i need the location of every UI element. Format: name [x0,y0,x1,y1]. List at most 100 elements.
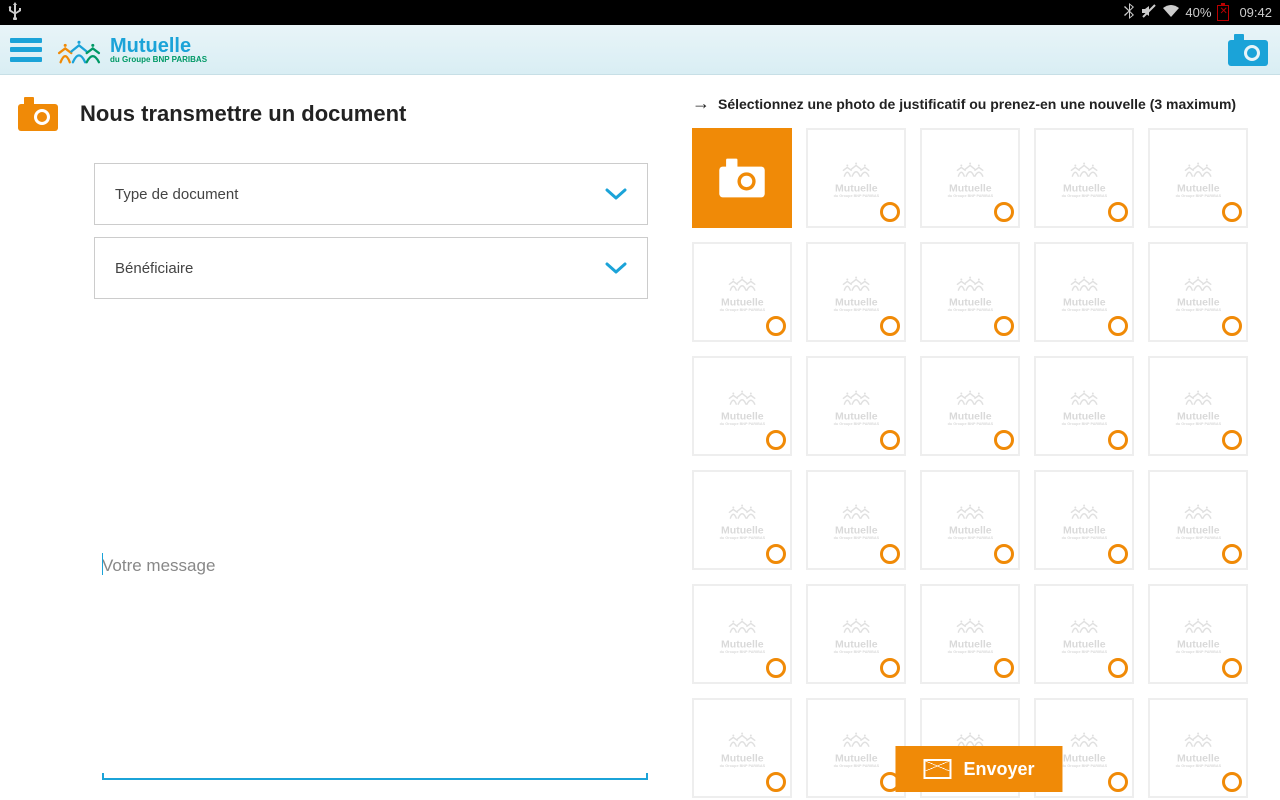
main-content: Nous transmettre un document Type de doc… [0,75,1280,800]
placeholder-logo: Mutuelledu Groupe BNP PARIBAS [833,386,878,426]
selection-indicator [880,430,900,450]
placeholder-logo: Mutuelledu Groupe BNP PARIBAS [1175,158,1220,198]
selection-indicator [880,316,900,336]
photo-tile[interactable]: Mutuelledu Groupe BNP PARIBAS [1148,242,1248,342]
placeholder-logo: Mutuelledu Groupe BNP PARIBAS [1175,500,1220,540]
photo-tile[interactable]: Mutuelledu Groupe BNP PARIBAS [1148,128,1248,228]
brand-logo[interactable]: Mutuelle du Groupe BNP PARIBAS [56,33,207,67]
selection-indicator [1108,202,1128,222]
android-status-bar: 40% 09:42 [0,0,1280,25]
photo-grid: Mutuelledu Groupe BNP PARIBASMutuelledu … [692,128,1266,798]
placeholder-logo: Mutuelledu Groupe BNP PARIBAS [833,500,878,540]
dropdown-label: Bénéficiaire [115,260,605,277]
selection-indicator [880,544,900,564]
photo-tile[interactable]: Mutuelledu Groupe BNP PARIBAS [692,470,792,570]
gallery-instruction: Sélectionnez une photo de justificatif o… [718,96,1236,112]
placeholder-logo: Mutuelledu Groupe BNP PARIBAS [1061,272,1106,312]
photo-tile[interactable]: Mutuelledu Groupe BNP PARIBAS [806,584,906,684]
send-button[interactable]: Envoyer [895,746,1062,792]
photo-tile[interactable]: Mutuelledu Groupe BNP PARIBAS [920,242,1020,342]
photo-tile[interactable]: Mutuelledu Groupe BNP PARIBAS [692,584,792,684]
chevron-down-icon [605,262,627,274]
placeholder-logo: Mutuelledu Groupe BNP PARIBAS [1175,386,1220,426]
placeholder-logo: Mutuelledu Groupe BNP PARIBAS [1175,728,1220,768]
selection-indicator [766,658,786,678]
beneficiary-dropdown[interactable]: Bénéficiaire [94,237,648,299]
placeholder-logo: Mutuelledu Groupe BNP PARIBAS [719,272,764,312]
chevron-down-icon [605,188,627,200]
message-input[interactable] [102,551,648,581]
photo-tile[interactable]: Mutuelledu Groupe BNP PARIBAS [1034,356,1134,456]
wifi-icon [1163,5,1179,20]
usb-icon [8,2,22,23]
photo-tile[interactable]: Mutuelledu Groupe BNP PARIBAS [806,470,906,570]
placeholder-logo: Mutuelledu Groupe BNP PARIBAS [1061,386,1106,426]
placeholder-logo: Mutuelledu Groupe BNP PARIBAS [833,158,878,198]
mute-icon [1141,4,1157,21]
photo-tile[interactable]: Mutuelledu Groupe BNP PARIBAS [920,356,1020,456]
photo-tile[interactable]: Mutuelledu Groupe BNP PARIBAS [1034,470,1134,570]
app-header: Mutuelle du Groupe BNP PARIBAS [0,25,1280,75]
placeholder-logo: Mutuelledu Groupe BNP PARIBAS [947,500,992,540]
placeholder-logo: Mutuelledu Groupe BNP PARIBAS [1061,158,1106,198]
selection-indicator [1222,544,1242,564]
selection-indicator [766,544,786,564]
selection-indicator [1108,658,1128,678]
photo-tile[interactable]: Mutuelledu Groupe BNP PARIBAS [692,242,792,342]
photo-tile[interactable]: Mutuelledu Groupe BNP PARIBAS [920,470,1020,570]
selection-indicator [1222,316,1242,336]
send-button-label: Envoyer [963,759,1034,780]
selection-indicator [880,202,900,222]
menu-button[interactable] [10,38,42,62]
photo-tile[interactable]: Mutuelledu Groupe BNP PARIBAS [692,356,792,456]
selection-indicator [766,430,786,450]
form-pane: Nous transmettre un document Type de doc… [0,75,678,800]
photo-tile[interactable]: Mutuelledu Groupe BNP PARIBAS [1148,584,1248,684]
document-type-dropdown[interactable]: Type de document [94,163,648,225]
placeholder-logo: Mutuelledu Groupe BNP PARIBAS [1061,500,1106,540]
placeholder-logo: Mutuelledu Groupe BNP PARIBAS [1175,614,1220,654]
photo-tile[interactable]: Mutuelledu Groupe BNP PARIBAS [806,356,906,456]
photo-tile[interactable]: Mutuelledu Groupe BNP PARIBAS [920,584,1020,684]
placeholder-logo: Mutuelledu Groupe BNP PARIBAS [719,728,764,768]
selection-indicator [994,202,1014,222]
selection-indicator [766,316,786,336]
placeholder-logo: Mutuelledu Groupe BNP PARIBAS [947,272,992,312]
photo-tile[interactable]: Mutuelledu Groupe BNP PARIBAS [1148,470,1248,570]
selection-indicator [994,430,1014,450]
placeholder-logo: Mutuelledu Groupe BNP PARIBAS [947,386,992,426]
selection-indicator [880,658,900,678]
photo-tile[interactable]: Mutuelledu Groupe BNP PARIBAS [806,242,906,342]
bluetooth-icon [1123,3,1135,22]
placeholder-logo: Mutuelledu Groupe BNP PARIBAS [833,728,878,768]
selection-indicator [1108,316,1128,336]
brand-name: Mutuelle [110,36,207,56]
photo-tile[interactable]: Mutuelledu Groupe BNP PARIBAS [1034,584,1134,684]
envelope-icon [923,759,951,779]
photo-tile[interactable]: Mutuelledu Groupe BNP PARIBAS [1148,698,1248,798]
status-clock: 09:42 [1239,5,1272,20]
selection-indicator [994,658,1014,678]
placeholder-logo: Mutuelledu Groupe BNP PARIBAS [719,614,764,654]
header-camera-button[interactable] [1226,32,1270,68]
placeholder-logo: Mutuelledu Groupe BNP PARIBAS [719,500,764,540]
brand-subtitle: du Groupe BNP PARIBAS [110,56,207,64]
selection-indicator [766,772,786,792]
camera-icon [717,156,767,200]
placeholder-logo: Mutuelledu Groupe BNP PARIBAS [1061,614,1106,654]
photo-tile[interactable]: Mutuelledu Groupe BNP PARIBAS [806,698,906,798]
selection-indicator [1222,772,1242,792]
capture-photo-tile[interactable] [692,128,792,228]
selection-indicator [1222,430,1242,450]
selection-indicator [994,544,1014,564]
selection-indicator [1108,430,1128,450]
photo-tile[interactable]: Mutuelledu Groupe BNP PARIBAS [1148,356,1248,456]
photo-tile[interactable]: Mutuelledu Groupe BNP PARIBAS [806,128,906,228]
arrow-right-icon: → [692,93,710,114]
photo-tile[interactable]: Mutuelledu Groupe BNP PARIBAS [692,698,792,798]
camera-icon [16,95,60,133]
photo-tile[interactable]: Mutuelledu Groupe BNP PARIBAS [1034,128,1134,228]
photo-tile[interactable]: Mutuelledu Groupe BNP PARIBAS [1034,242,1134,342]
input-underline [102,778,648,780]
photo-tile[interactable]: Mutuelledu Groupe BNP PARIBAS [920,128,1020,228]
